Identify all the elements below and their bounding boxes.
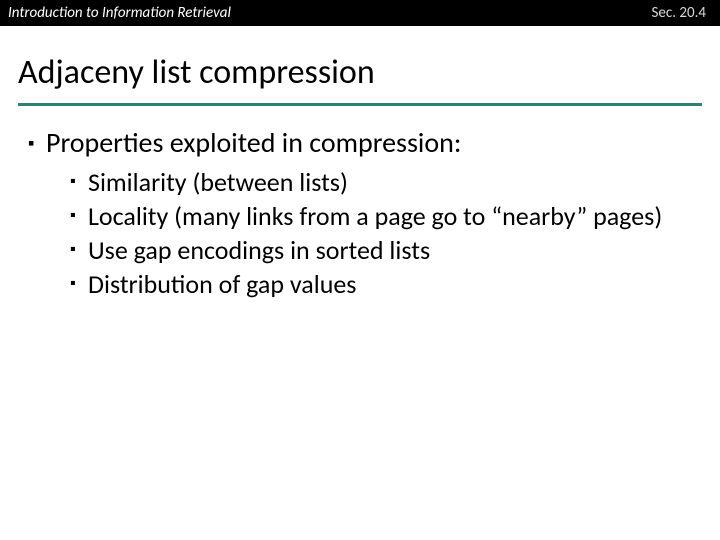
bullet-item: ▪ Properties exploited in compression: bbox=[28, 126, 692, 160]
section-label: Sec. 20.4 bbox=[652, 4, 712, 22]
bullet-icon: ▪ bbox=[70, 234, 88, 266]
sub-bullet-list: ▪ Similarity (between lists) ▪ Locality … bbox=[28, 164, 692, 300]
sub-bullet-item: ▪ Use gap encodings in sorted lists bbox=[70, 234, 692, 266]
title-area: Adjaceny list compression bbox=[0, 26, 720, 99]
slide-header: Introduction to Information Retrieval Se… bbox=[0, 0, 720, 26]
bullet-icon: ▪ bbox=[70, 268, 88, 300]
course-title: Introduction to Information Retrieval bbox=[8, 4, 231, 22]
sub-bullet-item: ▪ Distribution of gap values bbox=[70, 268, 692, 300]
sub-bullet-item: ▪ Locality (many links from a page go to… bbox=[70, 200, 692, 232]
slide-title: Adjaceny list compression bbox=[18, 52, 702, 93]
sub-bullet-item: ▪ Similarity (between lists) bbox=[70, 166, 692, 198]
content-area: ▪ Properties exploited in compression: ▪… bbox=[0, 106, 720, 300]
bullet-text: Properties exploited in compression: bbox=[46, 126, 461, 160]
bullet-icon: ▪ bbox=[70, 200, 88, 232]
sub-bullet-text: Use gap encodings in sorted lists bbox=[88, 234, 430, 266]
sub-bullet-text: Locality (many links from a page go to “… bbox=[88, 200, 662, 232]
sub-bullet-text: Similarity (between lists) bbox=[88, 166, 348, 198]
bullet-icon: ▪ bbox=[28, 126, 46, 160]
bullet-icon: ▪ bbox=[70, 166, 88, 198]
sub-bullet-text: Distribution of gap values bbox=[88, 268, 356, 300]
